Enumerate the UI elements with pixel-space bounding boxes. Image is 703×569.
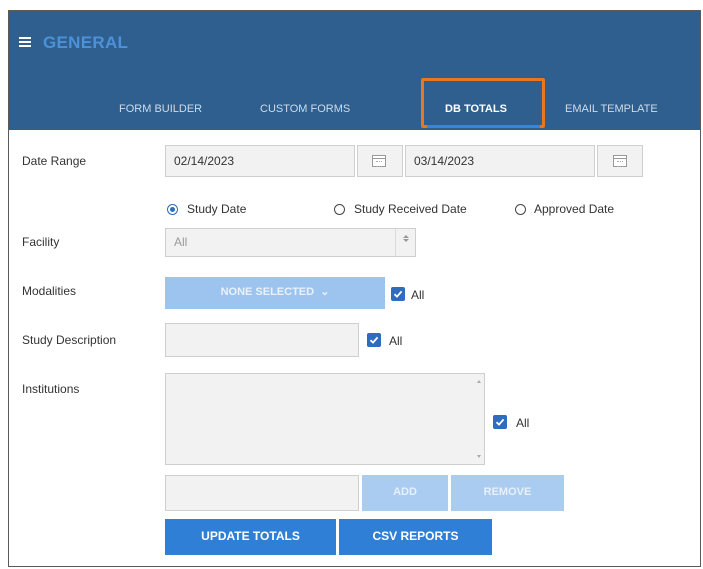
remove-institution-button[interactable]: REMOVE — [451, 475, 564, 511]
modalities-multiselect-label: NONE SELECTED — [220, 286, 315, 298]
institutions-list[interactable] — [165, 373, 485, 465]
radio-approved-date-label: Approved Date — [534, 202, 615, 216]
institutions-label: Institutions — [22, 382, 80, 396]
institutions-all-label: All — [516, 416, 530, 430]
select-arrows-icon — [395, 229, 415, 256]
active-tab-underline — [427, 125, 540, 128]
end-date-input[interactable]: 03/14/2023 — [405, 145, 595, 177]
institution-add-input[interactable] — [165, 475, 359, 511]
study-description-input[interactable] — [165, 323, 359, 357]
scroll-down-icon[interactable] — [477, 455, 481, 458]
institutions-all-checkbox[interactable] — [493, 415, 507, 429]
start-date-input[interactable]: 02/14/2023 — [165, 145, 355, 177]
app-title: GENERAL — [43, 33, 129, 52]
facility-select[interactable]: All — [165, 228, 416, 257]
tab-email-template[interactable]: EMAIL TEMPLATE — [565, 103, 658, 115]
hamburger-menu-icon[interactable] — [19, 37, 31, 47]
study-description-all-checkbox[interactable] — [367, 333, 381, 347]
modalities-all-label: All — [411, 288, 425, 302]
csv-reports-button[interactable]: CSV REPORTS — [339, 519, 492, 555]
modalities-multiselect-button[interactable]: NONE SELECTED ⌄ — [165, 277, 385, 309]
tab-form-builder[interactable]: FORM BUILDER — [119, 103, 202, 115]
add-institution-button[interactable]: ADD — [362, 475, 448, 511]
start-date-picker-button[interactable] — [357, 145, 403, 177]
update-totals-button[interactable]: UPDATE TOTALS — [165, 519, 336, 555]
date-range-label: Date Range — [22, 154, 87, 168]
calendar-icon — [613, 155, 627, 167]
study-description-label: Study Description — [22, 333, 117, 347]
radio-study-received-date-label: Study Received Date — [354, 202, 467, 216]
radio-approved-date[interactable] — [515, 204, 526, 215]
radio-study-date[interactable] — [167, 204, 178, 215]
end-date-picker-button[interactable] — [597, 145, 643, 177]
scroll-up-icon[interactable] — [477, 380, 481, 383]
radio-study-date-label: Study Date — [187, 202, 247, 216]
calendar-icon — [372, 155, 386, 167]
modalities-label: Modalities — [22, 284, 77, 298]
tab-bar: FORM BUILDER CUSTOM FORMS DB TOTALS EMAI… — [9, 72, 700, 130]
facility-label: Facility — [22, 235, 60, 249]
top-bar: GENERAL — [9, 11, 700, 72]
app-window: GENERAL FORM BUILDER CUSTOM FORMS DB TOT… — [8, 10, 701, 567]
facility-select-value: All — [174, 235, 188, 249]
study-description-all-label: All — [389, 334, 403, 348]
tab-custom-forms[interactable]: CUSTOM FORMS — [260, 103, 350, 115]
chevron-down-icon: ⌄ — [317, 286, 330, 298]
radio-study-received-date[interactable] — [334, 204, 345, 215]
modalities-all-checkbox[interactable] — [391, 287, 405, 301]
active-tab-highlight — [421, 78, 545, 128]
